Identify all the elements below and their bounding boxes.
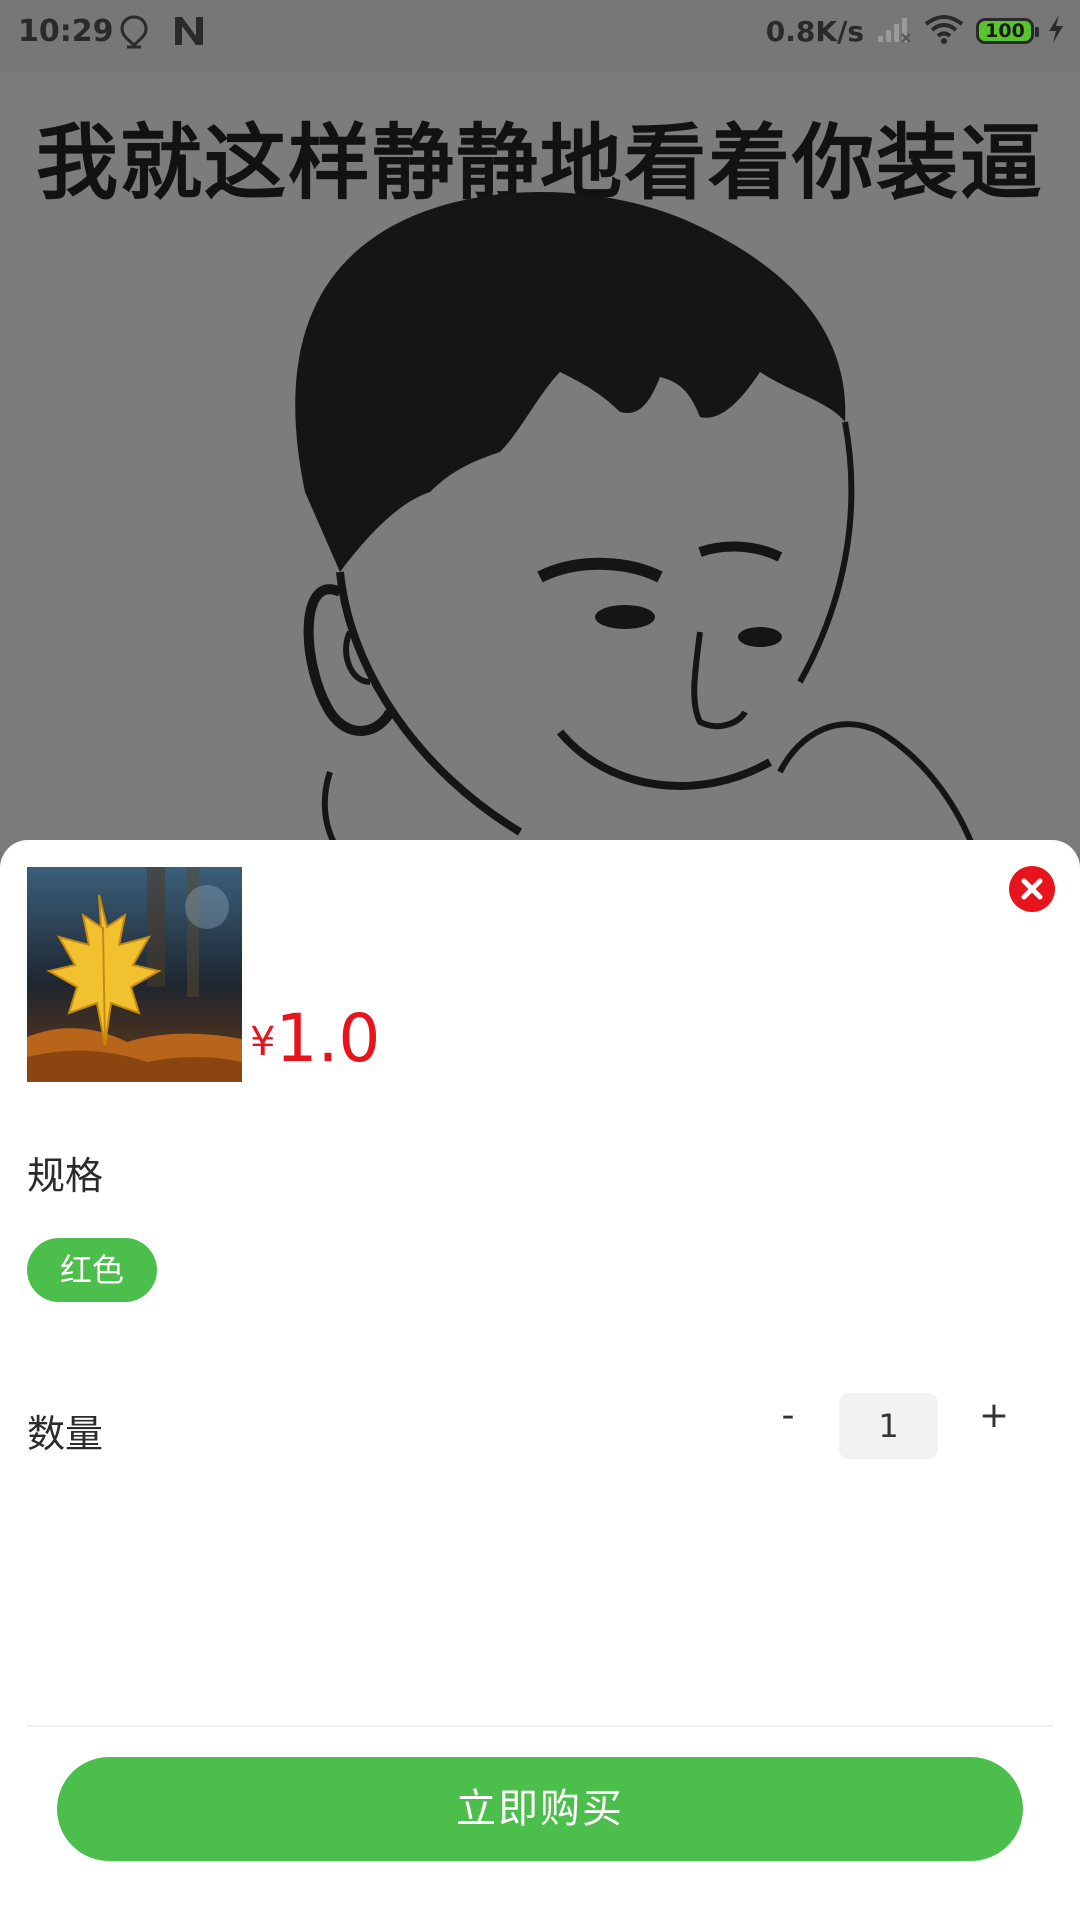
- divider: [27, 1725, 1053, 1727]
- currency-symbol: ¥: [250, 1019, 276, 1065]
- quantity-decrement-button[interactable]: -: [758, 1384, 818, 1448]
- status-left-icons: [118, 14, 206, 54]
- signal-icon: [876, 14, 912, 48]
- close-button[interactable]: [1009, 866, 1055, 912]
- spec-option-red[interactable]: 红色: [27, 1238, 157, 1302]
- close-icon: [1009, 866, 1055, 912]
- quantity-label: 数量: [27, 1412, 104, 1456]
- location-pin-icon: [118, 14, 150, 54]
- charging-bolt-icon: [1046, 14, 1066, 48]
- product-thumbnail: [27, 867, 242, 1082]
- status-bar: 10:29 0.8K/s 100: [0, 0, 1080, 72]
- net-speed: 0.8K/s: [765, 14, 864, 48]
- spec-label: 规格: [27, 1154, 104, 1198]
- status-time: 10:29: [18, 14, 114, 49]
- product-banner-image: 我就这样静静地看着你装逼: [0, 72, 1080, 852]
- n-app-icon: [172, 14, 206, 54]
- meme-face-illustration: [295, 192, 978, 852]
- purchase-sheet: ¥1.0 规格 红色 数量 - 1 + 立即购买: [0, 840, 1080, 1920]
- quantity-input[interactable]: 1: [839, 1393, 938, 1459]
- price-value: 1.0: [275, 1000, 381, 1077]
- buy-now-button[interactable]: 立即购买: [57, 1757, 1023, 1861]
- product-price: ¥1.0: [250, 1000, 380, 1077]
- quantity-increment-button[interactable]: +: [964, 1384, 1024, 1448]
- status-right: 0.8K/s 100: [766, 14, 1066, 48]
- wifi-icon: [924, 14, 964, 48]
- battery-icon: 100: [976, 18, 1039, 44]
